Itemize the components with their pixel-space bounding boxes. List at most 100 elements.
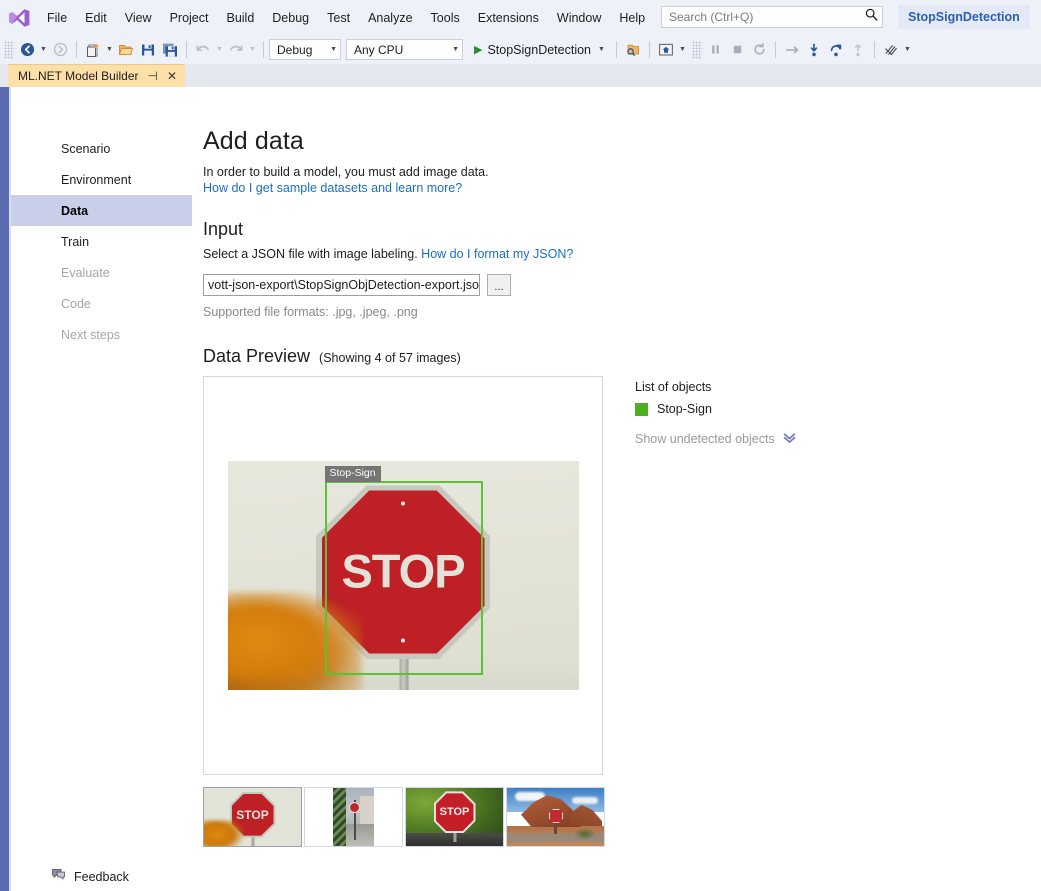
thumb-letterbox <box>305 788 402 846</box>
object-legend-row[interactable]: Stop-Sign <box>635 402 865 416</box>
menu-item-window[interactable]: Window <box>548 6 610 30</box>
run-target-label: StopSignDetection <box>487 43 591 57</box>
data-preview-count: (Showing 4 of 57 images) <box>319 351 461 365</box>
input-section-heading: Input <box>203 219 1033 240</box>
bounding-box: Stop-Sign <box>325 481 483 675</box>
menu-item-debug[interactable]: Debug <box>263 6 318 30</box>
undo-dropdown-icon: ▼ <box>214 46 225 53</box>
platform-dropdown[interactable]: Any CPU ▼ <box>346 39 463 60</box>
tab-title: ML.NET Model Builder <box>18 69 139 83</box>
sidebar-item-next-steps: Next steps <box>11 319 192 350</box>
thumb-hedge-wall <box>333 788 346 846</box>
toolbar-grip[interactable] <box>4 41 14 59</box>
save-all-icon[interactable] <box>159 39 181 61</box>
undo-icon <box>192 39 214 61</box>
search-placeholder: Search (Ctrl+Q) <box>669 10 865 24</box>
feedback-link[interactable]: Feedback <box>74 870 129 884</box>
input-instruction: Select a JSON file with image labeling. <box>203 247 418 261</box>
show-undetected-objects-toggle[interactable]: Show undetected objects <box>635 432 865 446</box>
toolbar-separator <box>186 41 187 58</box>
double-chevron-down-icon <box>783 433 796 445</box>
start-debug-button[interactable]: ▶ StopSignDetection ▼ <box>468 43 611 57</box>
format-json-link[interactable]: How do I format my JSON? <box>421 247 573 261</box>
menu-item-edit[interactable]: Edit <box>76 6 116 30</box>
thumbnail-stop-sign-desert[interactable] <box>506 787 605 847</box>
sidebar-item-data[interactable]: Data <box>11 195 192 226</box>
page-description: In order to build a model, you must add … <box>203 164 1033 181</box>
menu-item-analyze[interactable]: Analyze <box>359 6 421 30</box>
search-input[interactable]: Search (Ctrl+Q) <box>661 6 883 28</box>
toolbar-separator <box>649 41 650 58</box>
restart-icon <box>748 39 770 61</box>
thumb-bush <box>574 828 596 840</box>
input-instruction-row: Select a JSON file with image labeling. … <box>203 246 1033 263</box>
visual-studio-logo-icon <box>6 7 32 29</box>
configuration-value: Debug <box>277 43 312 57</box>
window-left-rail <box>0 87 9 891</box>
menu-item-view[interactable]: View <box>116 6 161 30</box>
menu-item-file[interactable]: File <box>38 6 76 30</box>
browse-button[interactable]: ... <box>487 274 511 296</box>
footer-bar: Feedback <box>11 863 1041 891</box>
redo-dropdown-icon: ▼ <box>247 46 258 53</box>
save-icon[interactable] <box>137 39 159 61</box>
toolbar-grip[interactable] <box>692 41 702 59</box>
json-path-input[interactable]: vott-json-export\StopSignObjDetection-ex… <box>203 274 480 296</box>
project-name-chip[interactable]: StopSignDetection <box>898 5 1030 29</box>
toolbar-separator <box>76 41 77 58</box>
thumbnail-stop-sign-trees[interactable]: STOP <box>405 787 504 847</box>
hot-reload-icon[interactable] <box>880 39 902 61</box>
thumb-cloud <box>572 797 598 804</box>
new-item-dropdown-icon[interactable]: ▼ <box>104 46 115 53</box>
sidebar-item-evaluate: Evaluate <box>11 257 192 288</box>
navigate-forward-icon <box>49 39 71 61</box>
file-path-row: vott-json-export\StopSignObjDetection-ex… <box>203 274 1033 296</box>
new-item-icon[interactable] <box>82 39 104 61</box>
tab-ml-net-model-builder[interactable]: ML.NET Model Builder ⊣ ✕ <box>8 64 185 87</box>
model-builder-page: Scenario Environment Data Train Evaluate… <box>11 87 1041 891</box>
live-share-icon[interactable] <box>655 39 677 61</box>
close-icon[interactable]: ✕ <box>167 70 177 82</box>
wizard-step-sidebar: Scenario Environment Data Train Evaluate… <box>11 133 192 350</box>
navigate-back-dropdown-icon[interactable]: ▼ <box>38 46 49 53</box>
thumb-stop-sign: STOP <box>434 791 476 833</box>
menu-bar: File Edit View Project Build Debug Test … <box>0 0 1041 35</box>
open-file-icon[interactable] <box>115 39 137 61</box>
thumb-bush <box>203 820 244 847</box>
step-return-icon[interactable] <box>825 39 847 61</box>
attach-to-process-icon[interactable] <box>622 39 644 61</box>
sample-datasets-link[interactable]: How do I get sample datasets and learn m… <box>203 181 1033 195</box>
menu-item-test[interactable]: Test <box>318 6 359 30</box>
standard-toolbar: ▼ ▼ <box>0 35 1041 64</box>
live-share-dropdown-icon[interactable]: ▼ <box>677 46 688 53</box>
configuration-dropdown[interactable]: Debug ▼ <box>269 39 341 60</box>
thumbnail-stop-sign-autumn[interactable]: STOP <box>203 787 302 847</box>
pin-icon[interactable]: ⊣ <box>148 70 158 82</box>
step-into-icon[interactable] <box>803 39 825 61</box>
pause-icon <box>704 39 726 61</box>
sidebar-item-scenario[interactable]: Scenario <box>11 133 192 164</box>
hot-reload-dropdown-icon[interactable]: ▼ <box>902 46 913 53</box>
menu-item-build[interactable]: Build <box>217 6 263 30</box>
main-content: Add data In order to build a model, you … <box>203 127 1033 847</box>
preview-area: STOP Stop-Sign <box>203 376 1033 847</box>
thumb-stop-sign <box>549 809 563 823</box>
step-over-icon <box>781 39 803 61</box>
data-preview-header: Data Preview (Showing 4 of 57 images) <box>203 346 1033 367</box>
menu-item-project[interactable]: Project <box>161 6 218 30</box>
chevron-down-icon: ▼ <box>322 46 337 53</box>
objects-panel: List of objects Stop-Sign Show undetecte… <box>635 376 865 847</box>
menu-item-help[interactable]: Help <box>610 6 654 30</box>
thumbnail-street-sign-narrow[interactable] <box>304 787 403 847</box>
navigate-back-icon[interactable] <box>16 39 38 61</box>
menu-item-tools[interactable]: Tools <box>422 6 469 30</box>
preview-image: STOP Stop-Sign <box>228 461 579 690</box>
play-icon: ▶ <box>474 43 482 56</box>
menu-item-extensions[interactable]: Extensions <box>469 6 548 30</box>
run-target-dropdown-icon[interactable]: ▼ <box>596 46 607 53</box>
toolbar-separator <box>263 41 264 58</box>
sidebar-item-train[interactable]: Train <box>11 226 192 257</box>
stop-icon <box>726 39 748 61</box>
sidebar-item-environment[interactable]: Environment <box>11 164 192 195</box>
page-title: Add data <box>203 127 1033 156</box>
